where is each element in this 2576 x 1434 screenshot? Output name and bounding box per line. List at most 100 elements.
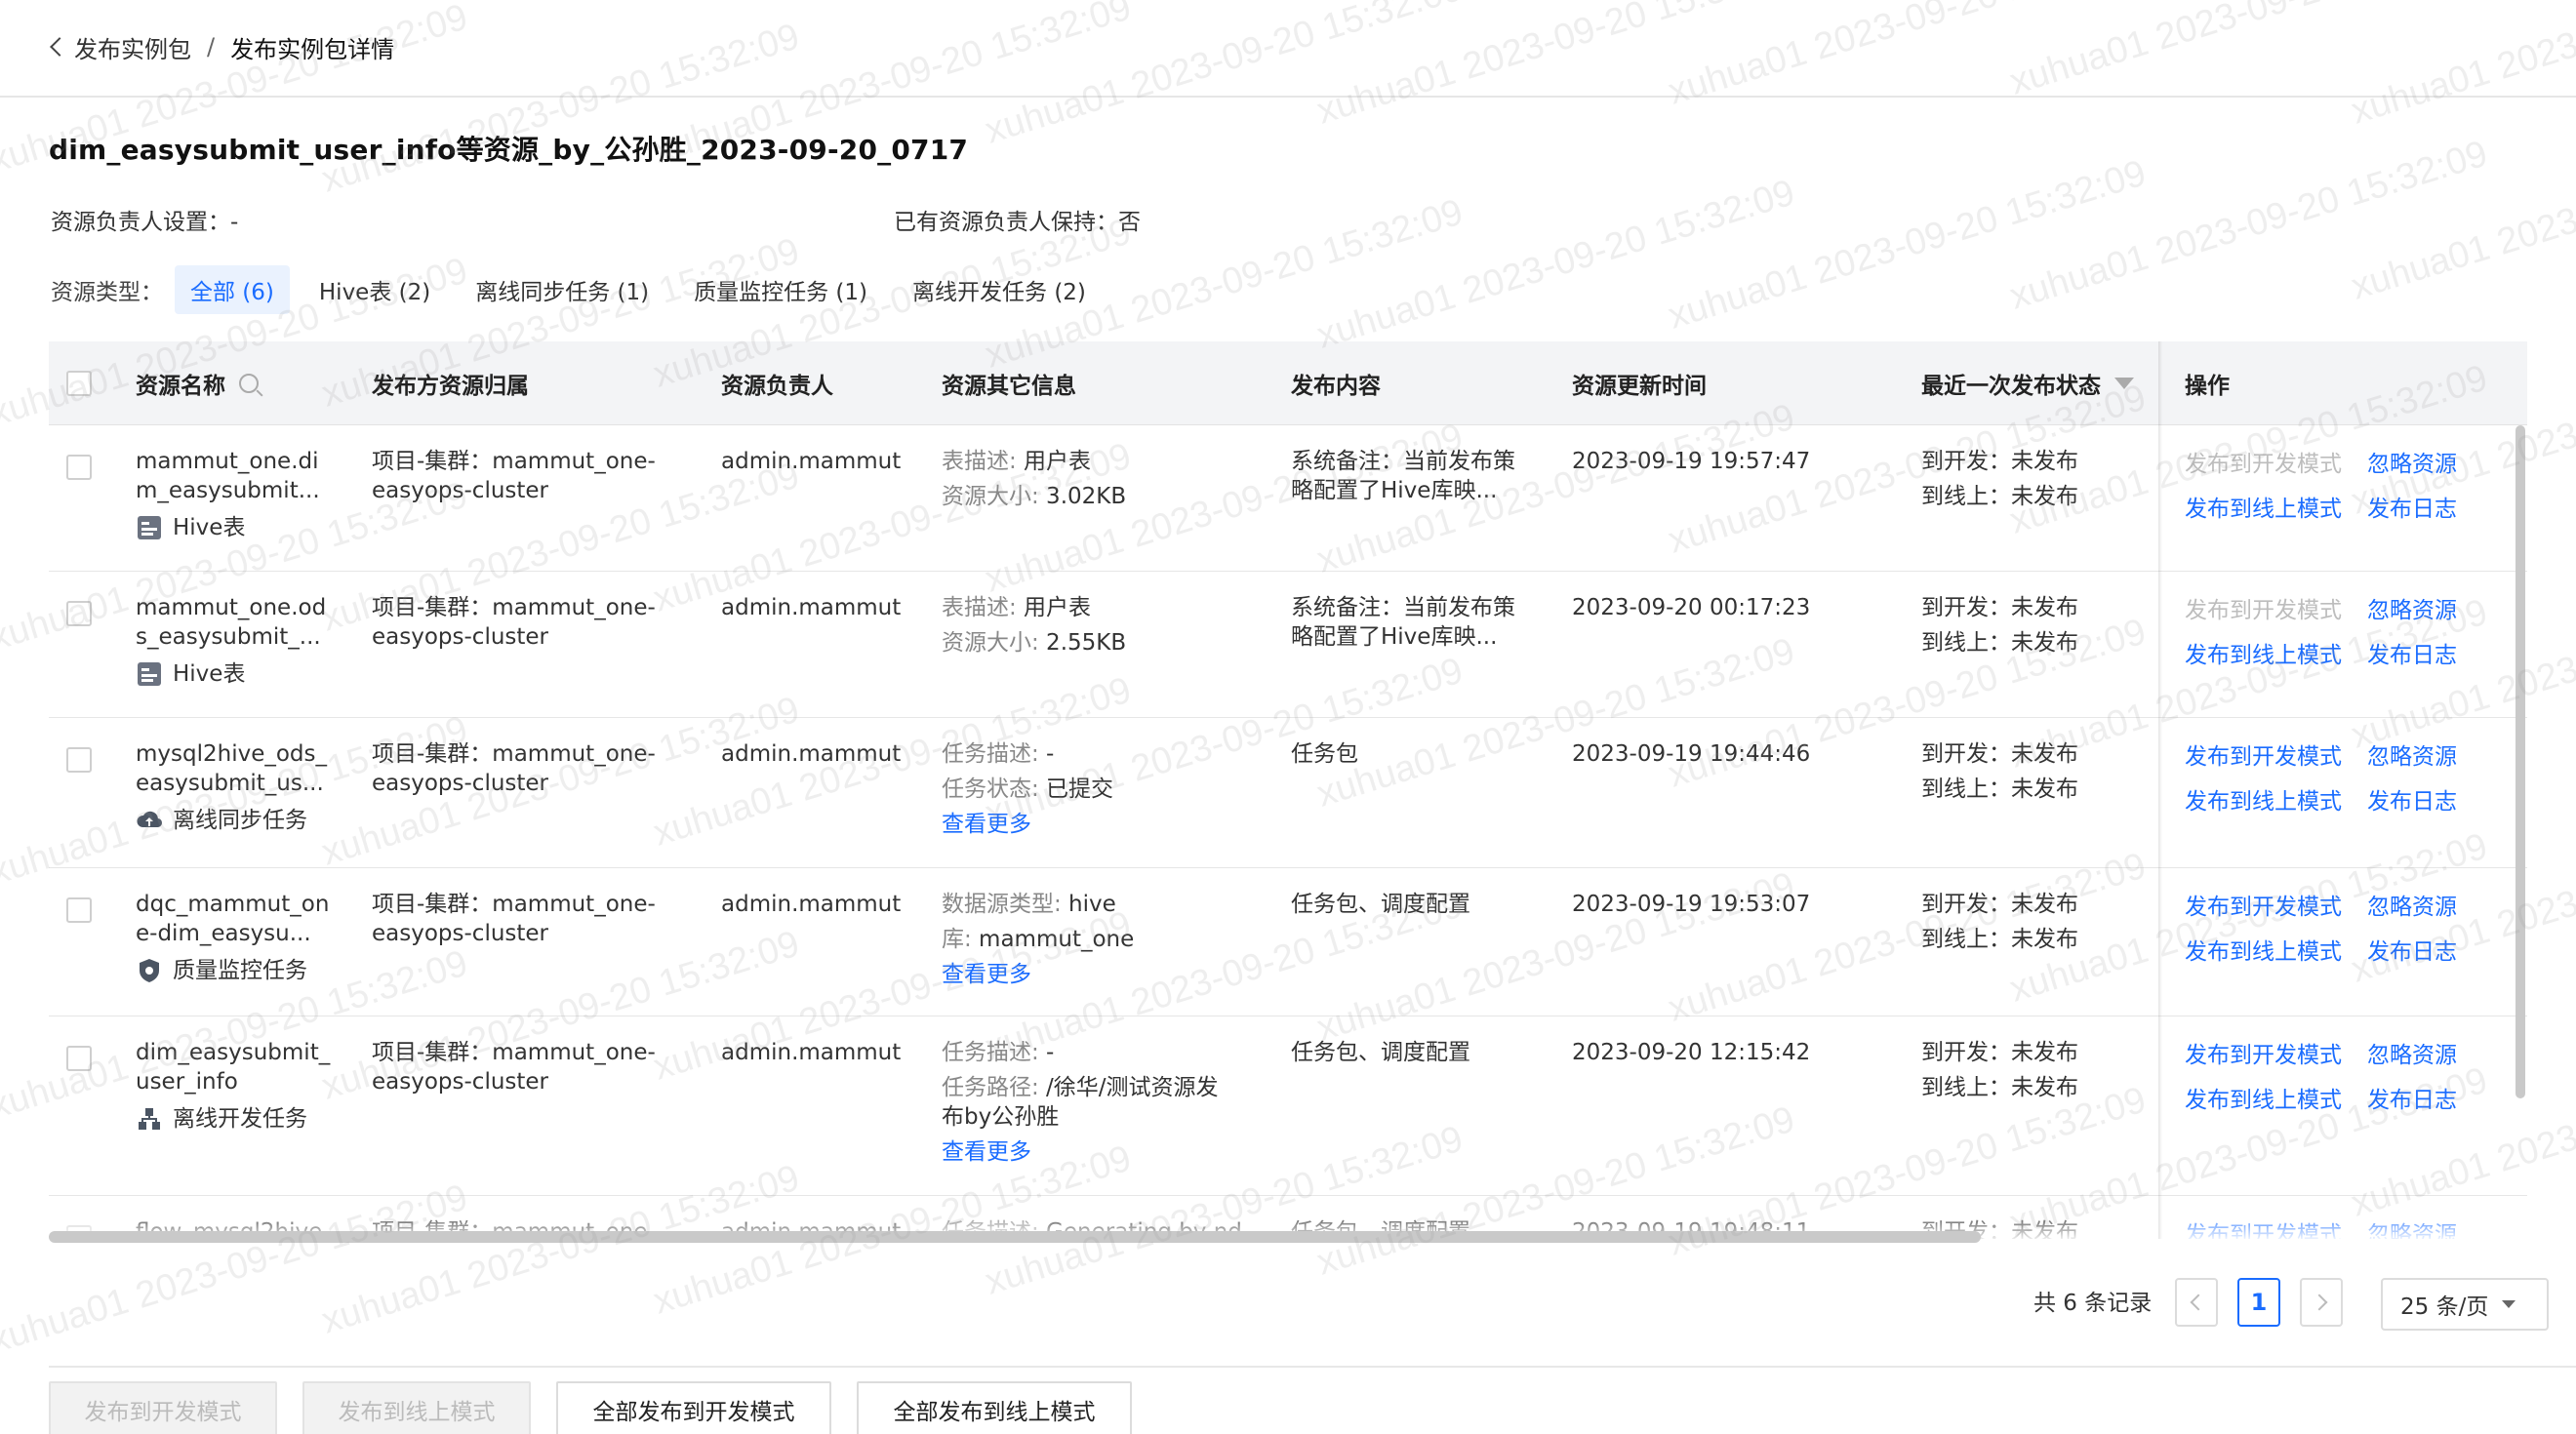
row-checkbox[interactable] bbox=[66, 747, 92, 773]
row-checkbox[interactable] bbox=[66, 601, 92, 626]
header-ops: 操作 bbox=[2185, 374, 2230, 399]
resource-name-line2[interactable]: s_easysubmit_... bbox=[136, 622, 341, 652]
owner-project-cell: 项目-集群：mammut_one-easyops-cluster bbox=[372, 1038, 694, 1096]
horizontal-scrollbar[interactable] bbox=[49, 1231, 1981, 1243]
publish-all-dev-button[interactable]: 全部发布到开发模式 bbox=[556, 1381, 831, 1434]
resource-name-line2[interactable]: user_info bbox=[136, 1067, 341, 1096]
resource-name-line2[interactable]: easysubmit_us... bbox=[136, 769, 341, 798]
status-dev: 到开发：未发布 bbox=[1921, 1040, 2078, 1065]
filter-icon[interactable] bbox=[2114, 378, 2134, 389]
publish-log-link[interactable]: 发布日志 bbox=[2367, 782, 2457, 816]
info-value: /徐华/测试资源发 bbox=[1038, 1075, 1219, 1100]
header-other-info: 资源其它信息 bbox=[942, 374, 1076, 399]
publish-to-dev-link[interactable]: 发布到开发模式 bbox=[2185, 591, 2342, 624]
ignore-resource-link[interactable]: 忽略资源 bbox=[2367, 1036, 2457, 1069]
publish-to-dev-link[interactable]: 发布到开发模式 bbox=[2185, 1036, 2342, 1069]
search-icon[interactable] bbox=[239, 374, 259, 393]
resource-name-cell: mammut_one.od s_easysubmit_... Hive表 bbox=[136, 593, 341, 689]
tab-all[interactable]: 全部 (6) bbox=[175, 265, 290, 314]
vertical-scrollbar[interactable] bbox=[2516, 425, 2525, 1098]
watermark-text: xuhua01 2023-09-20 15:32:09 bbox=[2004, 133, 2493, 318]
row-checkbox[interactable] bbox=[66, 455, 92, 480]
info-value: - bbox=[1038, 1040, 1055, 1065]
owner-cell: admin.mammut bbox=[721, 892, 902, 917]
info-value: hive bbox=[1061, 892, 1116, 917]
publish-to-online-link[interactable]: 发布到线上模式 bbox=[2185, 490, 2342, 523]
chevron-left-icon[interactable] bbox=[50, 37, 69, 57]
ignore-resource-link[interactable]: 忽略资源 bbox=[2367, 888, 2457, 921]
owner-project-line1: 项目-集群：mammut_one- bbox=[372, 741, 656, 767]
ops-line2: 发布到线上模式 发布日志 bbox=[2185, 1081, 2482, 1126]
ops-line1: 发布到开发模式忽略资源 bbox=[2185, 888, 2482, 933]
content-line2: 略配置了Hive库映... bbox=[1291, 624, 1498, 650]
page-size-select[interactable]: 25 条/页 bbox=[2381, 1278, 2549, 1331]
publish-log-link[interactable]: 发布日志 bbox=[2367, 1081, 2457, 1114]
info-value: 用户表 bbox=[1016, 449, 1092, 474]
resource-name-line1[interactable]: dim_easysubmit_ bbox=[136, 1038, 341, 1067]
header-name-label: 资源名称 bbox=[136, 374, 225, 399]
row-checkbox[interactable] bbox=[66, 897, 92, 923]
publish-to-online-link[interactable]: 发布到线上模式 bbox=[2185, 1081, 2342, 1114]
table-row: mysql2hive_ods_ easysubmit_us... 离线同步任务 项目-… bbox=[49, 718, 2527, 868]
tab-offline-sync[interactable]: 离线同步任务 (1) bbox=[460, 265, 664, 314]
tab-hive-table[interactable]: Hive表 (2) bbox=[303, 265, 446, 314]
status-cell: 到开发：未发布 到线上：未发布 bbox=[1921, 593, 2078, 657]
publish-all-online-button[interactable]: 全部发布到线上模式 bbox=[857, 1381, 1132, 1434]
ignore-resource-link[interactable]: 忽略资源 bbox=[2367, 737, 2457, 771]
resource-name-line2[interactable]: e-dim_easysu... bbox=[136, 919, 341, 948]
view-more-link[interactable]: 查看更多 bbox=[942, 1137, 1273, 1167]
publish-log-link[interactable]: 发布日志 bbox=[2367, 933, 2457, 966]
keep-owner-setting: 已有资源负责人保持：否 bbox=[894, 210, 1141, 235]
publish-to-online-link[interactable]: 发布到线上模式 bbox=[2185, 782, 2342, 816]
ops-cell: 发布到开发模式 忽略资源 发布到线上模式 发布日志 bbox=[2185, 445, 2482, 535]
view-more-link[interactable]: 查看更多 bbox=[942, 960, 1273, 989]
tab-offline-dev[interactable]: 离线开发任务 (2) bbox=[897, 265, 1102, 314]
publish-log-link[interactable]: 发布日志 bbox=[2367, 636, 2457, 669]
owner-project-line2: easyops-cluster bbox=[372, 1069, 549, 1095]
publish-online-button[interactable]: 发布到线上模式 bbox=[302, 1381, 531, 1434]
page-title: dim_easysubmit_user_info等资源_by_公孙胜_2023-… bbox=[49, 134, 969, 166]
prev-page-button[interactable] bbox=[2175, 1278, 2218, 1327]
publish-to-dev-link[interactable]: 发布到开发模式 bbox=[2185, 737, 2342, 771]
row-checkbox[interactable] bbox=[66, 1046, 92, 1071]
ignore-resource-link[interactable]: 忽略资源 bbox=[2367, 445, 2457, 478]
header-status-label: 最近一次发布状态 bbox=[1921, 374, 2101, 399]
publish-to-dev-link[interactable]: 发布到开发模式 bbox=[2185, 445, 2342, 478]
owner-project-line1: 项目-集群：mammut_one- bbox=[372, 449, 656, 474]
status-cell: 到开发：未发布 到线上：未发布 bbox=[1921, 1038, 2078, 1102]
chevron-right-icon bbox=[2311, 1294, 2328, 1311]
resource-name-line1[interactable]: dqc_mammut_on bbox=[136, 890, 341, 919]
ignore-resource-link[interactable]: 忽略资源 bbox=[2367, 591, 2457, 624]
page-1-button[interactable]: 1 bbox=[2237, 1278, 2280, 1327]
owner-project-line2: easyops-cluster bbox=[372, 771, 549, 796]
pagination-total: 共 6 条记录 bbox=[2033, 1291, 2153, 1316]
resource-name-line1[interactable]: mammut_one.od bbox=[136, 593, 341, 622]
content-cell: 系统备注：当前发布策 略配置了Hive库映... bbox=[1291, 447, 1554, 505]
resource-type: Hive表 bbox=[136, 513, 341, 542]
content-cell: 系统备注：当前发布策 略配置了Hive库映... bbox=[1291, 593, 1554, 652]
info-value: 用户表 bbox=[1016, 595, 1092, 620]
update-time-cell: 2023-09-19 19:57:47 bbox=[1572, 449, 1811, 474]
next-page-button[interactable] bbox=[2300, 1278, 2343, 1327]
resource-name-line1[interactable]: mysql2hive_ods_ bbox=[136, 739, 341, 769]
publish-to-dev-link[interactable]: 发布到开发模式 bbox=[2185, 888, 2342, 921]
back-link[interactable]: 发布实例包 bbox=[49, 30, 191, 64]
resource-name-line2[interactable]: m_easysubmit... bbox=[136, 476, 341, 505]
info-value: 已提交 bbox=[1038, 777, 1114, 802]
info-key: 表描述: bbox=[942, 449, 1017, 474]
resource-name-line1[interactable]: mammut_one.di bbox=[136, 447, 341, 476]
owner-project-line2: easyops-cluster bbox=[372, 478, 549, 503]
publish-log-link[interactable]: 发布日志 bbox=[2367, 490, 2457, 523]
publish-to-online-link[interactable]: 发布到线上模式 bbox=[2185, 933, 2342, 966]
publish-dev-button[interactable]: 发布到开发模式 bbox=[49, 1381, 277, 1434]
ops-cell: 发布到开发模式 忽略资源 发布到线上模式 发布日志 bbox=[2185, 1036, 2482, 1126]
status-online: 到线上：未发布 bbox=[1921, 484, 2078, 509]
select-all-checkbox[interactable] bbox=[66, 371, 92, 396]
breadcrumb-back-label[interactable]: 发布实例包 bbox=[74, 30, 191, 64]
tab-quality-monitor[interactable]: 质量监控任务 (1) bbox=[678, 265, 883, 314]
view-more-link[interactable]: 查看更多 bbox=[942, 810, 1273, 839]
ops-line2: 发布到线上模式 发布日志 bbox=[2185, 933, 2482, 977]
publish-to-online-link[interactable]: 发布到线上模式 bbox=[2185, 636, 2342, 669]
watermark-text: xuhua01 2023-09-20 15:32:09 bbox=[1311, 0, 1800, 133]
info-key: 资源大小: bbox=[942, 484, 1039, 509]
